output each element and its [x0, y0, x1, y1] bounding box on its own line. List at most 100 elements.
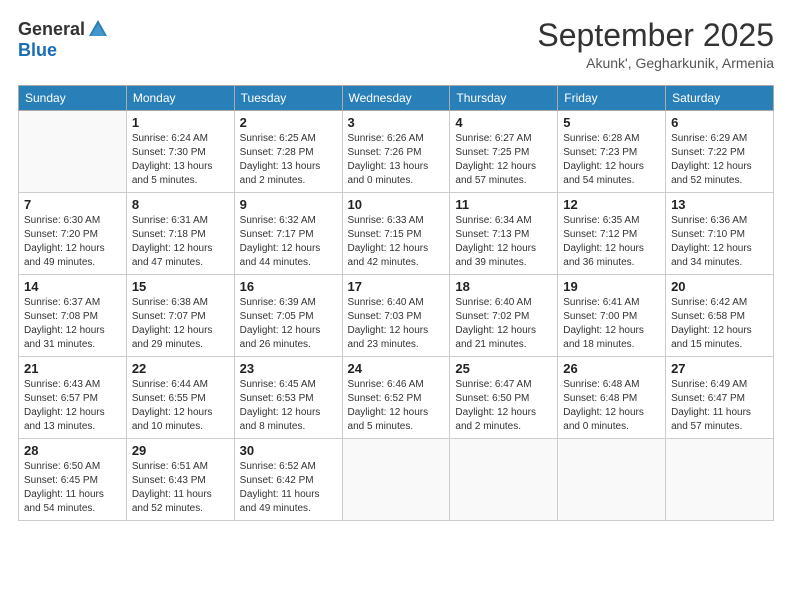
calendar-cell: 18Sunrise: 6:40 AMSunset: 7:02 PMDayligh…: [450, 275, 558, 357]
calendar-cell: [342, 439, 450, 521]
calendar-cell: 26 Sunrise: 6:48 AMSunset: 6:48 PMDayligh…: [558, 357, 666, 439]
day-detail: Sunrise: 6:30 AMSunset: 7:20 PMDaylight:…: [24, 214, 121, 270]
day-number: 12: [563, 197, 660, 212]
month-title: September 2025: [537, 18, 774, 53]
calendar-cell: 20 Sunrise: 6:42 AMSunset: 6:58 PMDayligh…: [666, 275, 774, 357]
calendar-cell: 3Sunrise: 6:26 AMSunset: 7:26 PMDaylight…: [342, 111, 450, 193]
day-number: 14: [24, 279, 121, 294]
calendar-cell: [450, 439, 558, 521]
calendar-week-1: 1 Sunrise: 6:24 AMSunset: 7:30 PMDaylight…: [19, 111, 774, 193]
location: Akunk', Gegharkunik, Armenia: [537, 55, 774, 71]
calendar-cell: [558, 439, 666, 521]
day-number: 11: [455, 197, 552, 212]
day-number: 20: [671, 279, 768, 294]
day-detail: Sunrise: 6:47 AMSunset: 6:50 PMDaylight:…: [455, 378, 552, 434]
header: General Blue September 2025 Akunk', Gegh…: [18, 18, 774, 71]
title-block: September 2025 Akunk', Gegharkunik, Arme…: [537, 18, 774, 71]
calendar-cell: 23 Sunrise: 6:45 AMSunset: 6:53 PMDayligh…: [234, 357, 342, 439]
day-detail: Sunrise: 6:36 AMSunset: 7:10 PMDaylight:…: [671, 214, 768, 270]
day-detail: Sunrise: 6:34 AMSunset: 7:13 PMDaylight:…: [455, 214, 552, 270]
logo-general-text: General: [18, 19, 85, 40]
day-detail: Sunrise: 6:48 AMSunset: 6:48 PMDaylight:…: [563, 378, 660, 434]
day-detail: Sunrise: 6:29 AMSunset: 7:22 PMDaylight:…: [671, 132, 768, 188]
calendar-cell: 10 Sunrise: 6:33 AMSunset: 7:15 PMDayligh…: [342, 193, 450, 275]
day-number: 5: [563, 115, 660, 130]
day-detail: Sunrise: 6:24 AMSunset: 7:30 PMDaylight:…: [132, 132, 229, 188]
day-number: 15: [132, 279, 229, 294]
calendar-cell: 24 Sunrise: 6:46 AMSunset: 6:52 PMDayligh…: [342, 357, 450, 439]
column-header-sunday: Sunday: [19, 86, 127, 111]
day-number: 28: [24, 443, 121, 458]
day-number: 29: [132, 443, 229, 458]
calendar-cell: 16Sunrise: 6:39 AMSunset: 7:05 PMDayligh…: [234, 275, 342, 357]
calendar-week-3: 14 Sunrise: 6:37 AMSunset: 7:08 PMDayligh…: [19, 275, 774, 357]
day-detail: Sunrise: 6:25 AMSunset: 7:28 PMDaylight:…: [240, 132, 337, 188]
logo: General Blue: [18, 18, 109, 61]
day-detail: Sunrise: 6:41 AMSunset: 7:00 PMDaylight:…: [563, 296, 660, 352]
day-number: 26: [563, 361, 660, 376]
day-detail: Sunrise: 6:45 AMSunset: 6:53 PMDaylight:…: [240, 378, 337, 434]
page: General Blue September 2025 Akunk', Gegh…: [0, 0, 792, 612]
day-number: 21: [24, 361, 121, 376]
calendar-cell: 6 Sunrise: 6:29 AMSunset: 7:22 PMDaylight…: [666, 111, 774, 193]
day-detail: Sunrise: 6:43 AMSunset: 6:57 PMDaylight:…: [24, 378, 121, 434]
day-number: 16: [240, 279, 337, 294]
column-header-tuesday: Tuesday: [234, 86, 342, 111]
calendar-week-4: 21 Sunrise: 6:43 AMSunset: 6:57 PMDayligh…: [19, 357, 774, 439]
calendar-cell: 25 Sunrise: 6:47 AMSunset: 6:50 PMDayligh…: [450, 357, 558, 439]
calendar-cell: 15 Sunrise: 6:38 AMSunset: 7:07 PMDayligh…: [126, 275, 234, 357]
day-number: 24: [348, 361, 445, 376]
day-detail: Sunrise: 6:50 AMSunset: 6:45 PMDaylight:…: [24, 460, 121, 516]
calendar-cell: 14 Sunrise: 6:37 AMSunset: 7:08 PMDayligh…: [19, 275, 127, 357]
day-detail: Sunrise: 6:33 AMSunset: 7:15 PMDaylight:…: [348, 214, 445, 270]
calendar-cell: 2 Sunrise: 6:25 AMSunset: 7:28 PMDaylight…: [234, 111, 342, 193]
day-number: 30: [240, 443, 337, 458]
day-detail: Sunrise: 6:38 AMSunset: 7:07 PMDaylight:…: [132, 296, 229, 352]
day-detail: Sunrise: 6:42 AMSunset: 6:58 PMDaylight:…: [671, 296, 768, 352]
logo-icon: [87, 18, 109, 40]
day-detail: Sunrise: 6:44 AMSunset: 6:55 PMDaylight:…: [132, 378, 229, 434]
calendar-cell: [666, 439, 774, 521]
calendar-header-row: SundayMondayTuesdayWednesdayThursdayFrid…: [19, 86, 774, 111]
calendar-cell: 4Sunrise: 6:27 AMSunset: 7:25 PMDaylight…: [450, 111, 558, 193]
day-detail: Sunrise: 6:52 AMSunset: 6:42 PMDaylight:…: [240, 460, 337, 516]
day-detail: Sunrise: 6:27 AMSunset: 7:25 PMDaylight:…: [455, 132, 552, 188]
day-number: 8: [132, 197, 229, 212]
calendar-cell: [19, 111, 127, 193]
day-number: 23: [240, 361, 337, 376]
day-detail: Sunrise: 6:51 AMSunset: 6:43 PMDaylight:…: [132, 460, 229, 516]
calendar-cell: 21 Sunrise: 6:43 AMSunset: 6:57 PMDayligh…: [19, 357, 127, 439]
calendar-cell: 5 Sunrise: 6:28 AMSunset: 7:23 PMDaylight…: [558, 111, 666, 193]
calendar-cell: 17Sunrise: 6:40 AMSunset: 7:03 PMDayligh…: [342, 275, 450, 357]
logo-blue-text: Blue: [18, 40, 57, 61]
calendar-cell: 30 Sunrise: 6:52 AMSunset: 6:42 PMDayligh…: [234, 439, 342, 521]
day-detail: Sunrise: 6:37 AMSunset: 7:08 PMDaylight:…: [24, 296, 121, 352]
calendar-cell: 29 Sunrise: 6:51 AMSunset: 6:43 PMDayligh…: [126, 439, 234, 521]
day-number: 25: [455, 361, 552, 376]
day-detail: Sunrise: 6:31 AMSunset: 7:18 PMDaylight:…: [132, 214, 229, 270]
day-detail: Sunrise: 6:46 AMSunset: 6:52 PMDaylight:…: [348, 378, 445, 434]
calendar-week-2: 7 Sunrise: 6:30 AMSunset: 7:20 PMDaylight…: [19, 193, 774, 275]
day-detail: Sunrise: 6:49 AMSunset: 6:47 PMDaylight:…: [671, 378, 768, 434]
day-number: 10: [348, 197, 445, 212]
day-detail: Sunrise: 6:28 AMSunset: 7:23 PMDaylight:…: [563, 132, 660, 188]
column-header-monday: Monday: [126, 86, 234, 111]
calendar-cell: 19 Sunrise: 6:41 AMSunset: 7:00 PMDayligh…: [558, 275, 666, 357]
day-number: 17: [348, 279, 445, 294]
day-number: 1: [132, 115, 229, 130]
day-detail: Sunrise: 6:35 AMSunset: 7:12 PMDaylight:…: [563, 214, 660, 270]
day-number: 6: [671, 115, 768, 130]
calendar-cell: 1 Sunrise: 6:24 AMSunset: 7:30 PMDaylight…: [126, 111, 234, 193]
calendar-cell: 27Sunrise: 6:49 AMSunset: 6:47 PMDayligh…: [666, 357, 774, 439]
day-number: 2: [240, 115, 337, 130]
column-header-thursday: Thursday: [450, 86, 558, 111]
day-number: 9: [240, 197, 337, 212]
calendar-table: SundayMondayTuesdayWednesdayThursdayFrid…: [18, 85, 774, 521]
day-number: 7: [24, 197, 121, 212]
column-header-friday: Friday: [558, 86, 666, 111]
calendar-cell: 28 Sunrise: 6:50 AMSunset: 6:45 PMDayligh…: [19, 439, 127, 521]
column-header-wednesday: Wednesday: [342, 86, 450, 111]
day-number: 13: [671, 197, 768, 212]
day-number: 18: [455, 279, 552, 294]
day-number: 19: [563, 279, 660, 294]
